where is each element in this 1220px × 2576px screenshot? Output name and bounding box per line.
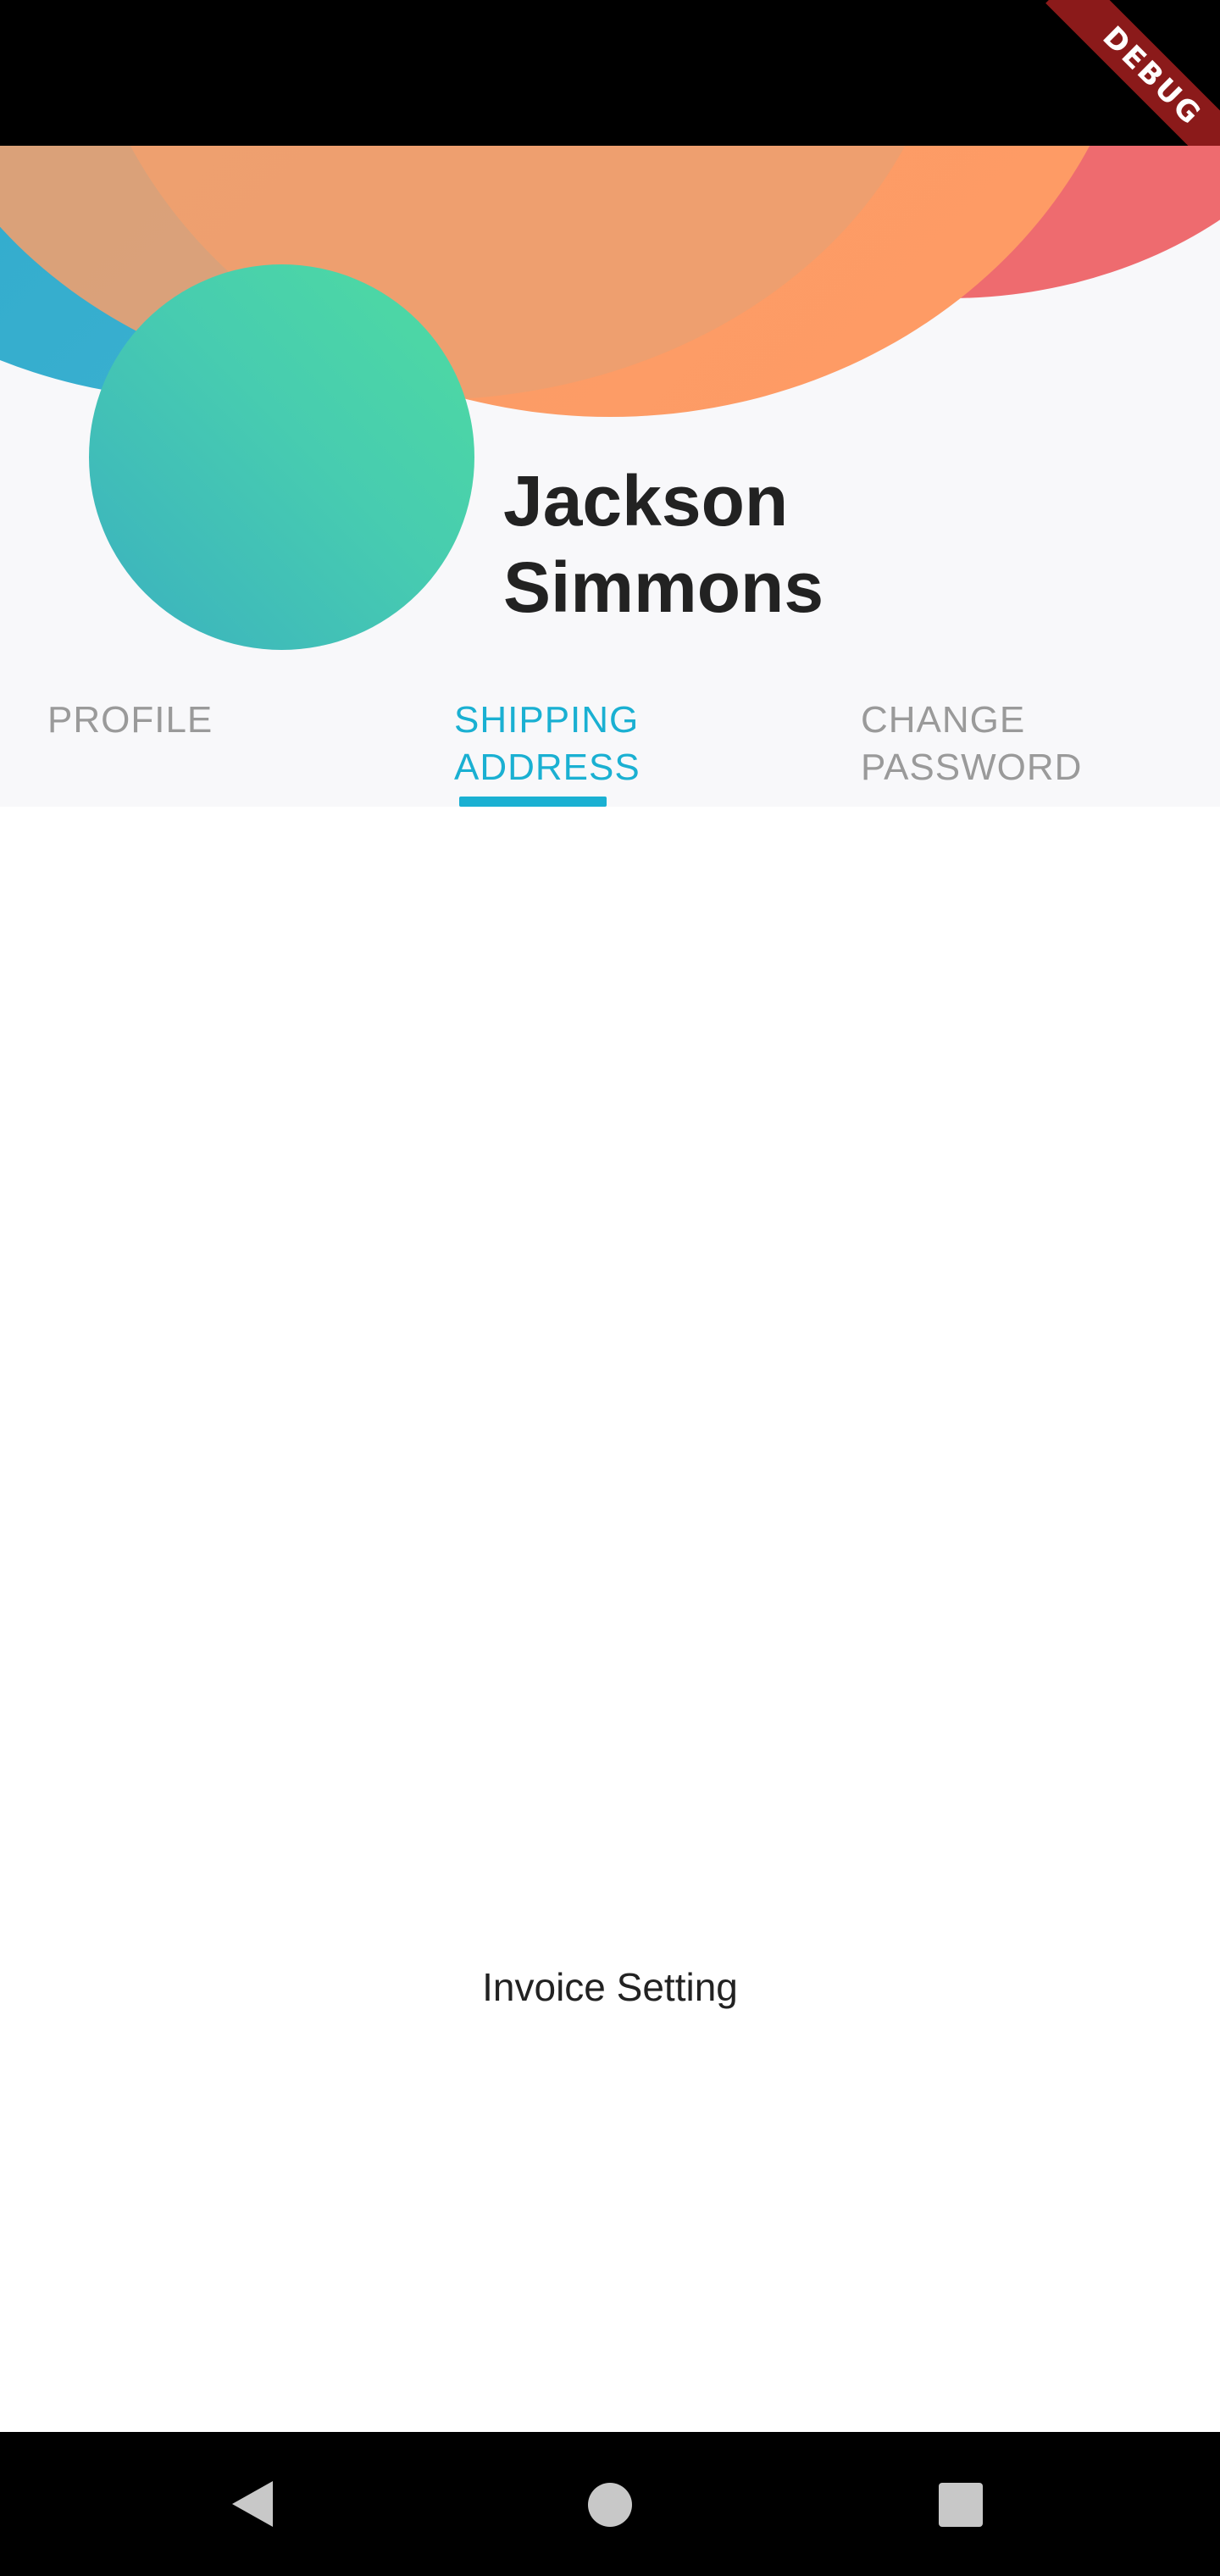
avatar[interactable] — [89, 264, 474, 650]
status-bar: DEBUG — [0, 0, 1220, 146]
tab-content: Invoice Setting — [0, 807, 1220, 2432]
tab-password-label-line1: CHANGE — [861, 699, 1026, 741]
tab-profile[interactable]: PROFILE — [47, 697, 213, 744]
tab-password-label-line2: PASSWORD — [861, 747, 1083, 788]
debug-banner: DEBUG — [1045, 0, 1220, 146]
tab-shipping-label-line2: ADDRESS — [454, 747, 640, 788]
tab-change-password[interactable]: CHANGE PASSWORD — [861, 697, 1082, 791]
invoice-setting-text: Invoice Setting — [482, 1965, 738, 2009]
tab-profile-label: PROFILE — [47, 699, 214, 741]
tab-shipping-label-line1: SHIPPING — [454, 699, 640, 741]
system-nav-bar — [0, 2432, 1220, 2576]
tab-shipping-address[interactable]: SHIPPING ADDRESS — [454, 697, 640, 791]
user-first-name: Jackson — [503, 461, 789, 541]
user-name: Jackson Simmons — [503, 458, 824, 630]
back-triangle-icon[interactable] — [232, 2481, 273, 2527]
tab-selected-indicator — [459, 797, 607, 807]
home-circle-icon[interactable] — [588, 2483, 632, 2527]
user-last-name: Simmons — [503, 547, 824, 627]
recents-square-icon[interactable] — [939, 2483, 983, 2527]
profile-header: Jackson Simmons PROFILE SHIPPING ADDRESS… — [0, 146, 1220, 807]
